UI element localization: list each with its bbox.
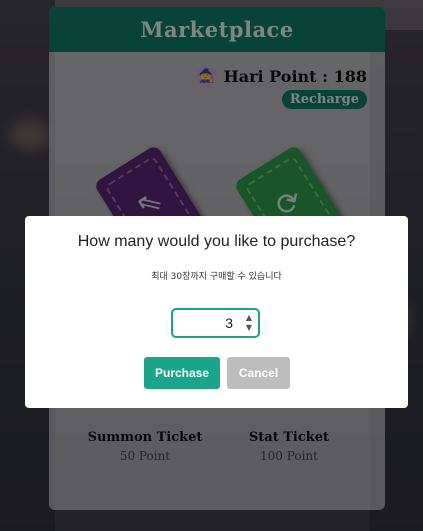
spin-buttons[interactable]: ▲ ▼: [246, 313, 252, 332]
purchase-button[interactable]: Purchase: [144, 357, 220, 389]
quantity-input[interactable]: [173, 315, 235, 331]
dialog-subtitle: 최대 30장까지 구매할 수 있습니다: [151, 272, 282, 282]
quantity-stepper[interactable]: ▲ ▼: [171, 308, 260, 338]
increment-icon[interactable]: ▲: [246, 313, 252, 322]
dialog-title: How many would you like to purchase?: [77, 233, 356, 250]
purchase-dialog: How many would you like to purchase? 최대 …: [25, 216, 408, 408]
cancel-button[interactable]: Cancel: [227, 357, 290, 389]
decrement-icon[interactable]: ▼: [246, 323, 252, 332]
